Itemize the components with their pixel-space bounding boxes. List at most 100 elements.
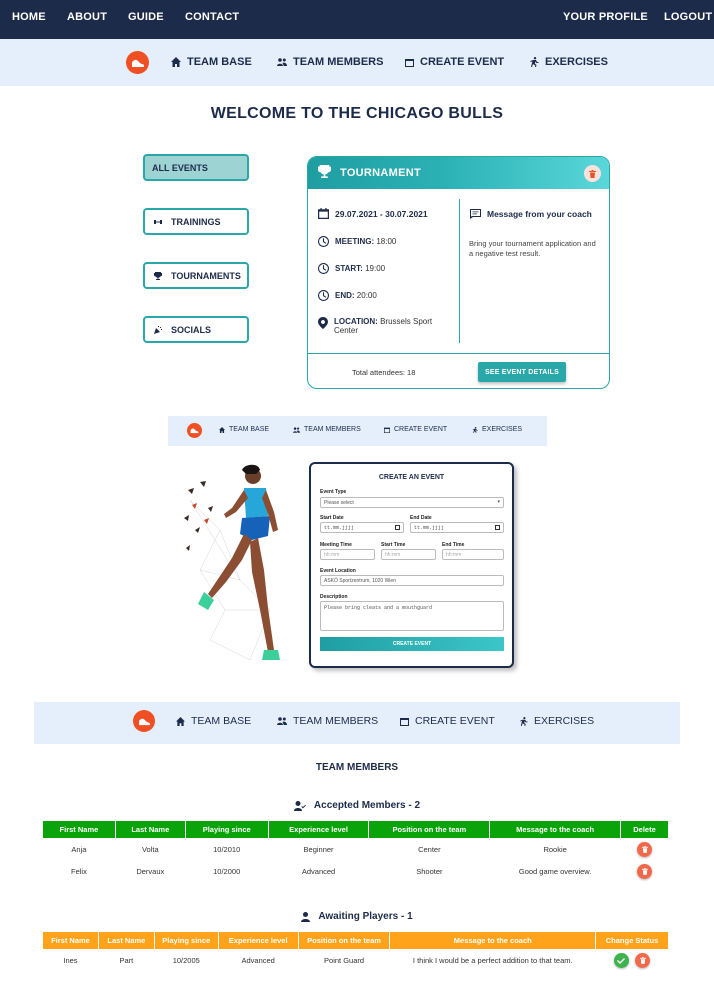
cell-playing-since: 10/2005 [172,956,200,966]
subnav-team-members-label: TEAM MEMBERS [293,715,379,727]
col-last-name: Last Name [114,820,186,839]
event-end: END: 20:00 [318,290,377,301]
cell-experience: Advanced [241,956,275,966]
logo-shoe-icon[interactable] [187,423,202,438]
create-event-submit-button[interactable]: CREATE EVENT [320,637,504,651]
event-type-label: Event Type [320,489,347,495]
calendar-icon [400,717,409,726]
meeting-label: MEETING: [335,237,375,246]
subnav-team-base[interactable]: TEAM BASE [219,426,269,433]
meeting-time-label: Meeting Time [320,542,352,548]
cell-first-name: Ines [63,956,78,966]
col-delete: Delete [620,820,669,839]
coach-message-title-text: Message from your coach [487,209,592,219]
subnav-team-base[interactable]: TEAM BASE [176,715,251,727]
filter-all-events[interactable]: ALL EVENTS [143,154,249,181]
cell-message: Rookie [543,845,567,855]
home-icon [171,57,181,67]
reject-player-button[interactable] [635,953,651,969]
create-event-title: CREATE AN EVENT [378,474,445,481]
subnav-team-base-label: TEAM BASE [229,426,270,433]
filter-tournaments[interactable]: TOURNAMENTS [143,262,249,289]
calendar-icon[interactable] [495,525,500,530]
dumbbell-icon [154,219,162,225]
subnav-create-event[interactable]: CREATE EVENT [400,715,495,727]
team-subnav-preview: TEAM BASE TEAM MEMBERS CREATE EVENT EXER… [168,416,547,446]
card-divider-vertical [459,199,460,343]
col-position: Position on the team [297,931,391,950]
col-last-name: Last Name [97,931,155,950]
col-message: Message to the coach [389,931,597,950]
event-type-select[interactable]: Please select ▾ [320,497,504,508]
logo-shoe-icon[interactable] [133,710,155,732]
trash-icon [641,846,648,854]
col-experience: Experience level [217,931,299,950]
col-experience: Experience level [267,820,370,839]
event-type: TOURNAMENT [340,167,422,179]
meeting-time-input[interactable]: hh:mm [320,549,375,560]
see-event-details-button[interactable]: SEE EVENT DETAILS [478,362,566,382]
subnav-create-event[interactable]: CREATE EVENT [384,426,447,433]
coach-message-title: Message from your coach [470,209,592,219]
start-date-value: tt.mm.jjjj [324,525,355,531]
col-first-name: First Name [42,931,99,950]
table-row: Felix Dervaux 10/2000 Advanced Shooter G… [43,861,669,883]
event-type-value: Please select [324,500,354,506]
event-location: LOCATION: Brussels Sport Center [318,317,434,335]
awaiting-players-table: First Name Last Name Playing since Exper… [42,931,669,972]
start-date-label: Start Date [320,515,344,521]
team-members-title: TEAM MEMBERS [315,762,399,773]
nav-contact[interactable]: CONTACT [185,11,239,23]
accept-player-button[interactable] [613,953,629,969]
subnav-team-base-label: TEAM BASE [187,56,252,68]
cell-message: I think I would be a perfect addition to… [412,956,573,966]
nav-logout[interactable]: LOGOUT [664,11,712,23]
trash-icon [641,868,648,875]
subnav-team-members[interactable]: TEAM MEMBERS [277,715,378,727]
subnav-exercises[interactable]: EXERCISES [472,426,522,433]
cell-first-name: Anja [71,845,87,855]
attendees-count: Total attendees: 18 [352,368,416,377]
cell-change-status [596,950,669,972]
cell-playing-since: 10/2010 [213,845,241,855]
cell-position: Center [418,845,441,855]
nav-about[interactable]: ABOUT [67,11,107,23]
delete-member-button[interactable] [637,864,652,879]
subnav-exercises[interactable]: EXERCISES [529,56,608,68]
nav-profile[interactable]: YOUR PROFILE [563,11,648,23]
description-label: Description [320,594,348,600]
cell-delete [621,839,669,861]
accepted-members-title: Accepted Members - 2 [313,800,421,811]
subnav-team-members[interactable]: TEAM MEMBERS [277,56,383,68]
end-time-input[interactable]: hh:mm [442,549,504,560]
subnav-team-base[interactable]: TEAM BASE [171,56,252,68]
event-dates-value: 29.07.2021 - 30.07.2021 [335,208,428,219]
home-icon [219,426,225,433]
nav-guide[interactable]: GUIDE [128,11,164,23]
filter-socials[interactable]: SOCIALS [143,316,249,343]
delete-event-button[interactable] [584,165,601,182]
runner-icon [472,426,478,433]
start-date-input[interactable]: tt.mm.jjjj [320,522,404,533]
subnav-team-members[interactable]: TEAM MEMBERS [293,426,361,433]
page-title: WELCOME TO THE CHICAGO BULLS [210,105,504,122]
logo-shoe-icon[interactable] [126,51,149,74]
location-label: LOCATION: [334,317,378,326]
delete-member-button[interactable] [637,842,652,858]
cell-position: Point Guard [324,956,365,966]
start-time-input[interactable]: hh:mm [381,549,436,560]
description-textarea[interactable]: Please bring cleats and a mouthguard [320,601,504,631]
subnav-exercises[interactable]: EXERCISES [519,715,594,727]
end-date-input[interactable]: tt.mm.jjjj [410,522,504,533]
calendar-icon[interactable] [395,525,400,530]
filter-trainings[interactable]: TRAININGS [143,208,249,235]
cell-experience: Advanced [301,867,336,876]
nav-home[interactable]: HOME [12,11,46,23]
event-location-input[interactable]: ASKÖ Sportzentrum, 1020 Wien [320,575,504,586]
subnav-create-event-label: CREATE EVENT [420,56,505,68]
subnav-exercises-label: EXERCISES [545,56,608,68]
clock-icon [318,263,329,274]
trash-icon [589,169,596,178]
event-start: START: 19:00 [318,263,385,274]
subnav-create-event[interactable]: CREATE EVENT [405,56,504,68]
